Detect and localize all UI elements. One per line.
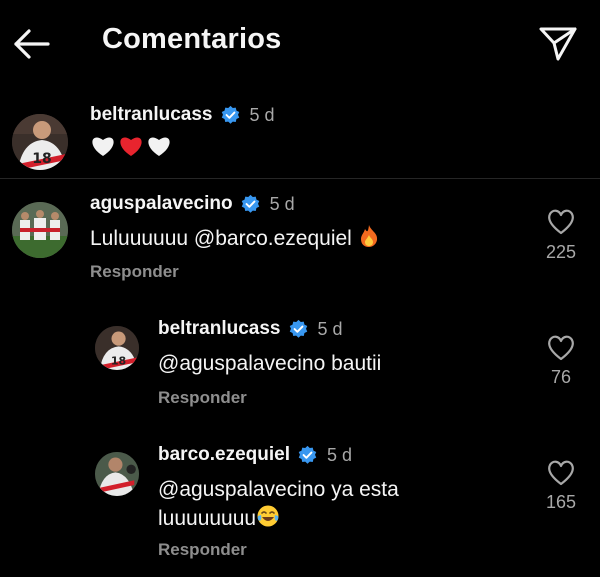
paper-plane-icon <box>539 27 577 61</box>
comment-line: luuuuuuuu <box>158 507 257 530</box>
comment-line-2: luuuuuuuu <box>158 504 399 533</box>
timestamp: 5 d <box>327 444 353 465</box>
caption-text <box>90 134 172 158</box>
page-title: Comentarios <box>102 23 282 55</box>
comment-text: @aguspalavecino bautii <box>158 352 382 375</box>
heart-outline-icon <box>548 460 574 486</box>
comment-line: @aguspalavecino ya esta <box>158 478 399 501</box>
like-button[interactable] <box>546 208 576 236</box>
timestamp: 5 d <box>269 193 295 214</box>
team-photo-icon <box>12 202 68 258</box>
heart-outline-icon <box>548 209 574 235</box>
divider <box>0 178 600 179</box>
svg-text:18: 18 <box>111 355 126 368</box>
avatar[interactable]: 18 <box>12 114 68 170</box>
verified-badge-icon <box>241 194 259 213</box>
player-photo-icon: 18 <box>12 114 68 170</box>
heart-outline-icon <box>548 335 574 361</box>
tears-of-joy-icon <box>257 505 279 527</box>
like-count: 76 <box>550 367 572 387</box>
like-count: 165 <box>545 492 577 512</box>
username[interactable]: aguspalavecino <box>90 193 233 215</box>
svg-text:18: 18 <box>32 151 51 167</box>
like-count: 225 <box>545 242 577 262</box>
comment-text: @aguspalavecino ya esta luuuuuuuu <box>158 476 399 533</box>
post-caption: 18 beltranlucass 5 d <box>0 96 600 178</box>
timestamp: 5 d <box>317 318 343 339</box>
reply-button[interactable]: Responder <box>90 262 179 282</box>
player-photo-icon: 18 <box>95 326 139 370</box>
verified-badge-icon <box>289 319 307 338</box>
share-button[interactable] <box>536 23 580 63</box>
timestamp: 5 d <box>249 104 275 125</box>
player-photo-icon <box>95 452 139 496</box>
avatar[interactable] <box>12 202 68 258</box>
reply-button[interactable]: Responder <box>158 540 247 560</box>
username[interactable]: beltranlucass <box>158 318 281 340</box>
like-button[interactable] <box>546 334 576 362</box>
comment-body: Luluuuuuu @barco.ezequiel <box>90 227 358 250</box>
white-heart-icon <box>92 137 114 156</box>
verified-badge-icon <box>221 105 239 124</box>
top-bar: Comentarios <box>0 0 600 88</box>
reply-button[interactable]: Responder <box>158 388 247 408</box>
username[interactable]: barco.ezequiel <box>158 444 290 466</box>
like-button[interactable] <box>546 459 576 487</box>
back-button[interactable] <box>10 24 54 64</box>
verified-badge-icon <box>298 445 317 464</box>
fire-icon <box>360 225 377 247</box>
username[interactable]: beltranlucass <box>90 104 213 126</box>
arrow-left-icon <box>14 29 50 59</box>
comment-text: Luluuuuuu @barco.ezequiel <box>90 224 380 253</box>
avatar[interactable]: 18 <box>95 326 139 370</box>
red-heart-icon <box>120 137 142 156</box>
white-heart-icon <box>148 137 170 156</box>
avatar[interactable] <box>95 452 139 496</box>
